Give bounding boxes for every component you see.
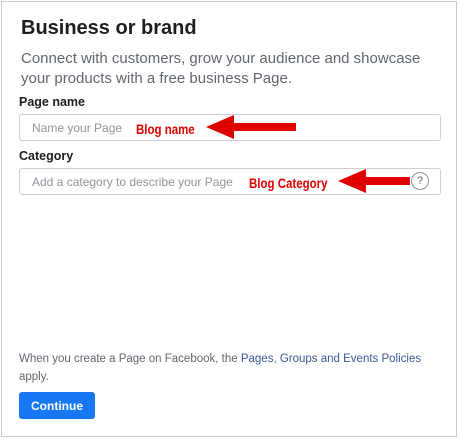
category-label: Category [19, 149, 74, 163]
policy-text: When you create a Page on Facebook, the [19, 353, 241, 365]
page-title: Business or brand [21, 17, 197, 39]
annotation-blog-category: Blog Category [249, 175, 328, 191]
red-arrow-left-icon [338, 169, 410, 193]
pages-policy-link[interactable]: Pages [241, 353, 274, 365]
continue-button[interactable]: Continue [19, 392, 95, 419]
annotation-blog-name: Blog name [136, 121, 195, 137]
groups-events-policy-link[interactable]: Groups and Events Policies [280, 353, 421, 365]
question-mark-icon[interactable]: ? [411, 172, 429, 190]
policy-notice: When you create a Page on Facebook, the … [19, 350, 449, 386]
page-name-label: Page name [19, 95, 86, 109]
page-description: Connect with customers, grow your audien… [21, 50, 421, 87]
policy-text-end: apply. [19, 371, 49, 383]
red-arrow-left-icon [206, 115, 296, 139]
